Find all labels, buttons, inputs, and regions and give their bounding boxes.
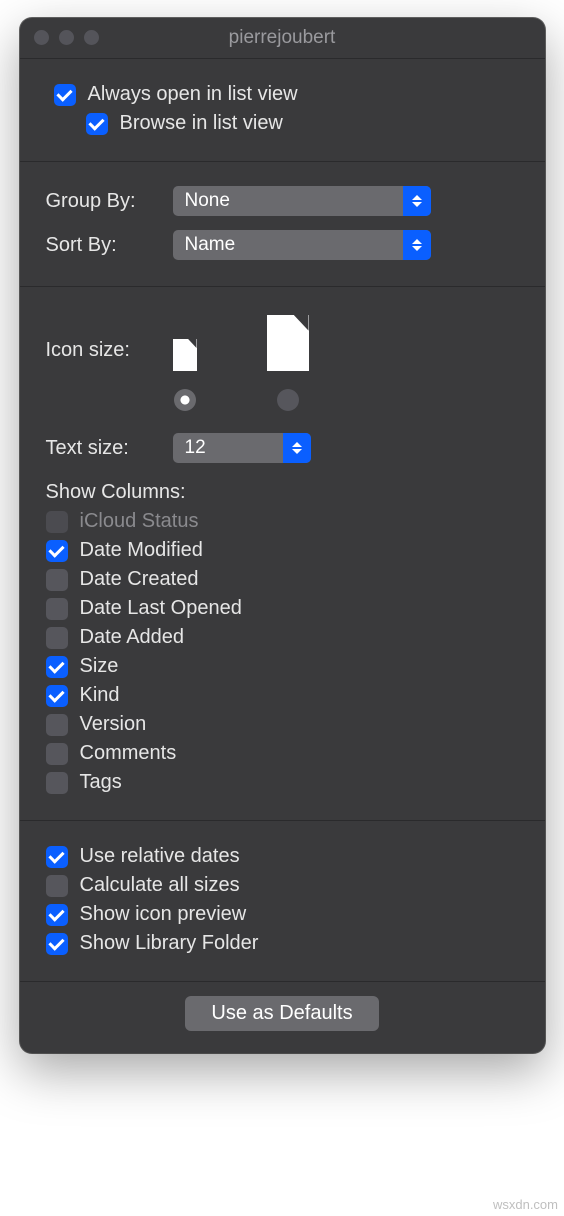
window-title: pierrejoubert <box>229 27 336 49</box>
column-option: Date Last Opened <box>46 597 519 620</box>
column-checkbox[interactable] <box>46 685 68 707</box>
column-option: Tags <box>46 771 519 794</box>
watermark: wsxdn.com <box>493 1197 558 1212</box>
text-size-label: Text size: <box>46 437 161 460</box>
sort-by-select[interactable]: Name <box>173 230 431 260</box>
bottom-checkbox[interactable] <box>46 933 68 955</box>
column-checkbox[interactable] <box>46 569 68 591</box>
section-bottom-options: Use relative dates Calculate all sizes Sho… <box>20 821 545 982</box>
file-icon <box>267 315 309 371</box>
bottom-label: Use relative dates <box>80 845 240 868</box>
column-label: Size <box>80 655 119 678</box>
always-open-label: Always open in list view <box>88 83 298 106</box>
use-as-defaults-button[interactable]: Use as Defaults <box>185 996 378 1031</box>
minimize-icon[interactable] <box>59 30 74 45</box>
browse-label: Browse in list view <box>120 112 283 135</box>
bottom-label: Show icon preview <box>80 903 247 926</box>
bottom-option: Show icon preview <box>46 903 519 926</box>
group-by-select[interactable]: None <box>173 186 431 216</box>
section-defaults: Use as Defaults <box>20 996 545 1031</box>
bottom-option: Show Library Folder <box>46 932 519 955</box>
column-label: iCloud Status <box>80 510 199 533</box>
column-option: Date Added <box>46 626 519 649</box>
bottom-label: Calculate all sizes <box>80 874 240 897</box>
always-open-checkbox[interactable] <box>54 84 76 106</box>
titlebar: pierrejoubert <box>20 18 545 59</box>
column-checkbox[interactable] <box>46 714 68 736</box>
section-group-sort: Group By: None Sort By: Name <box>20 162 545 287</box>
icon-size-small-radio[interactable] <box>174 389 196 411</box>
stepper-icon <box>403 230 431 260</box>
text-size-value: 12 <box>185 437 206 459</box>
group-by-label: Group By: <box>46 190 161 213</box>
column-checkbox <box>46 511 68 533</box>
close-icon[interactable] <box>34 30 49 45</box>
icon-size-label: Icon size: <box>46 311 161 362</box>
bottom-option: Use relative dates <box>46 845 519 868</box>
sort-by-label: Sort By: <box>46 234 161 257</box>
stepper-icon <box>283 433 311 463</box>
column-label: Tags <box>80 771 122 794</box>
column-option: Kind <box>46 684 519 707</box>
icon-size-large-radio[interactable] <box>277 389 299 411</box>
column-label: Comments <box>80 742 177 765</box>
column-checkbox[interactable] <box>46 656 68 678</box>
section-icon-text-columns: Icon size: Text size: 12 Show Columns: i… <box>20 287 545 821</box>
column-label: Date Modified <box>80 539 203 562</box>
file-icon <box>173 339 197 371</box>
column-checkbox[interactable] <box>46 598 68 620</box>
column-label: Date Created <box>80 568 199 591</box>
bottom-options-list: Use relative dates Calculate all sizes Sho… <box>46 845 519 955</box>
bottom-checkbox[interactable] <box>46 904 68 926</box>
column-option: Comments <box>46 742 519 765</box>
column-checkbox[interactable] <box>46 540 68 562</box>
column-option: iCloud Status <box>46 510 519 533</box>
bottom-checkbox[interactable] <box>46 846 68 868</box>
bottom-label: Show Library Folder <box>80 932 259 955</box>
stepper-icon <box>403 186 431 216</box>
column-option: Version <box>46 713 519 736</box>
column-option: Date Created <box>46 568 519 591</box>
column-checkbox[interactable] <box>46 772 68 794</box>
group-by-value: None <box>185 190 230 212</box>
browse-checkbox[interactable] <box>86 113 108 135</box>
zoom-icon[interactable] <box>84 30 99 45</box>
column-label: Date Last Opened <box>80 597 242 620</box>
column-label: Kind <box>80 684 120 707</box>
column-label: Date Added <box>80 626 185 649</box>
column-option: Date Modified <box>46 539 519 562</box>
section-view-mode: Always open in list view Browse in list … <box>20 59 545 162</box>
column-label: Version <box>80 713 147 736</box>
bottom-option: Calculate all sizes <box>46 874 519 897</box>
sort-by-value: Name <box>185 234 236 256</box>
view-options-window: pierrejoubert Always open in list view B… <box>20 18 545 1053</box>
column-option: Size <box>46 655 519 678</box>
text-size-select[interactable]: 12 <box>173 433 311 463</box>
bottom-checkbox[interactable] <box>46 875 68 897</box>
show-columns-list: iCloud Status Date Modified Date Created Da… <box>46 510 519 794</box>
column-checkbox[interactable] <box>46 743 68 765</box>
traffic-lights <box>34 30 99 45</box>
show-columns-heading: Show Columns: <box>46 481 519 504</box>
column-checkbox[interactable] <box>46 627 68 649</box>
